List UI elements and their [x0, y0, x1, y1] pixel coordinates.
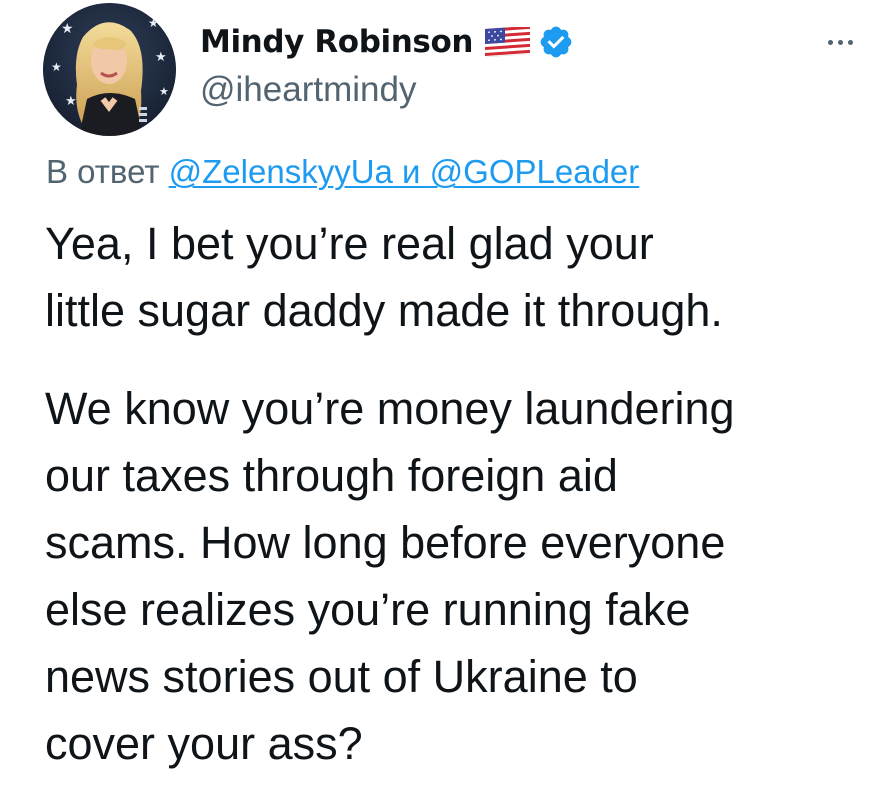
- svg-text:★: ★: [51, 60, 62, 74]
- avatar[interactable]: ★ ★ ★ ★ ★ ★: [43, 3, 176, 136]
- author-handle[interactable]: @iheartmindy: [200, 70, 416, 110]
- more-options-button[interactable]: [818, 30, 862, 54]
- tweet: ★ ★ ★ ★ ★ ★ Mindy Robinson @iheartmindy …: [0, 0, 885, 800]
- svg-text:★: ★: [148, 16, 159, 30]
- mention-link-gopleader[interactable]: @GOPLeader: [430, 153, 640, 190]
- profile-photo-icon: ★ ★ ★ ★ ★ ★: [43, 3, 176, 136]
- tweet-text-paragraph-2: We know you’re money laundering our taxe…: [45, 383, 735, 769]
- svg-text:★: ★: [65, 94, 77, 109]
- us-flag-icon: [484, 25, 531, 57]
- verified-badge-icon[interactable]: [538, 24, 574, 60]
- author-name-row: Mindy Robinson: [200, 19, 574, 65]
- mention-connector[interactable]: и: [393, 153, 430, 190]
- more-horizontal-icon-dot-3: [847, 39, 853, 45]
- reply-context: В ответ @ZelenskyyUa и @GOPLeader: [46, 153, 639, 191]
- tweet-text-paragraph-1: Yea, I bet you’re real glad your little …: [45, 218, 723, 336]
- svg-text:★: ★: [159, 85, 169, 98]
- mention-link-zelenskyyua[interactable]: @ZelenskyyUa: [169, 153, 393, 190]
- more-horizontal-icon: [827, 39, 833, 45]
- more-horizontal-icon-dot-2: [837, 39, 843, 45]
- reply-prefix: В ответ: [46, 153, 160, 190]
- svg-text:★: ★: [155, 50, 167, 65]
- reply-conjunction[interactable]: и: [402, 153, 420, 190]
- svg-text:★: ★: [61, 21, 74, 37]
- display-name[interactable]: Mindy Robinson: [200, 24, 473, 60]
